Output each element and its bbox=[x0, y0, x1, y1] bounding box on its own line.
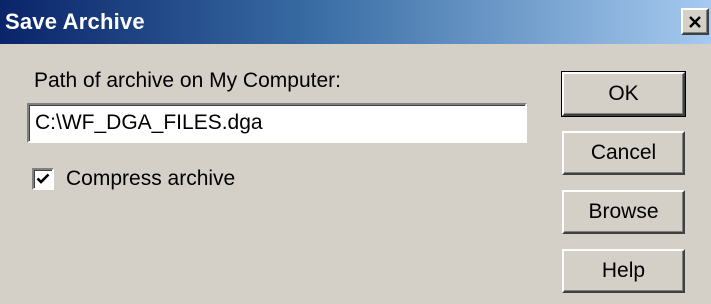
title-bar[interactable]: Save Archive bbox=[0, 0, 711, 44]
cancel-button[interactable]: Cancel bbox=[562, 131, 685, 175]
close-icon bbox=[689, 15, 701, 28]
compress-label[interactable]: Compress archive bbox=[66, 167, 235, 191]
close-button[interactable] bbox=[681, 8, 709, 35]
help-button[interactable]: Help bbox=[562, 249, 685, 293]
dialog-title: Save Archive bbox=[5, 9, 145, 34]
ok-button[interactable]: OK bbox=[561, 71, 686, 117]
path-label: Path of archive on My Computer: bbox=[34, 69, 341, 92]
path-input[interactable] bbox=[27, 103, 527, 143]
save-archive-dialog: Save Archive Path of archive on My Compu… bbox=[0, 0, 711, 304]
browse-button[interactable]: Browse bbox=[562, 190, 685, 234]
compress-checkbox[interactable] bbox=[32, 168, 54, 190]
checkmark-icon bbox=[36, 173, 50, 184]
